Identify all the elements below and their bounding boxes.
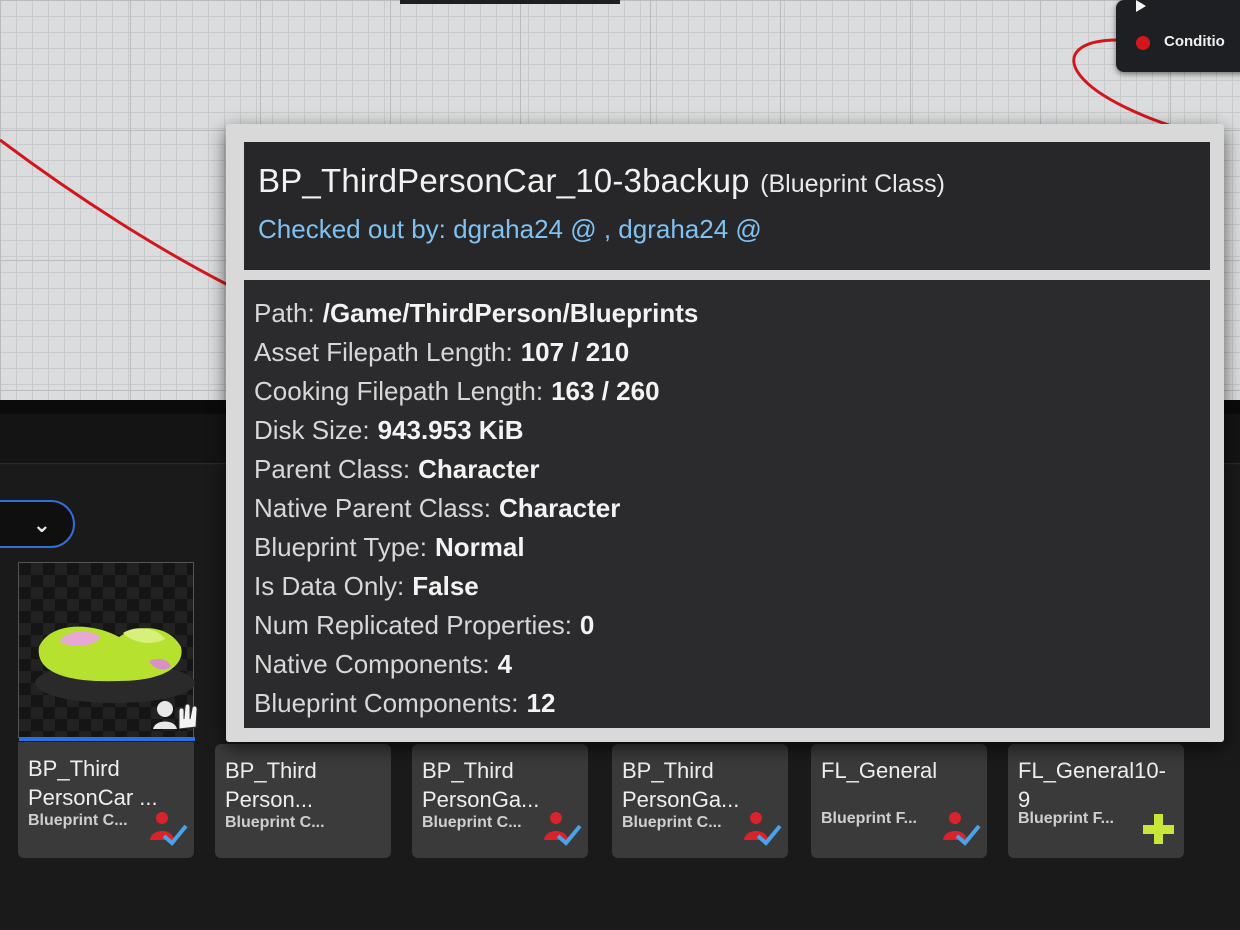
asset-name: BP_Third PersonGa... — [622, 758, 740, 812]
row-value: Character — [498, 493, 621, 523]
row-value: 0 — [579, 610, 595, 640]
row-value: /Game/ThirdPerson/Blueprints — [322, 298, 699, 328]
row-label: Path: — [254, 298, 315, 328]
row-label: Blueprint Components: — [254, 688, 519, 718]
tooltip-row-path: Path:/Game/ThirdPerson/Blueprints — [254, 294, 1196, 333]
row-label: Num Replicated Properties: — [254, 610, 572, 640]
tooltip-row-is-data-only: Is Data Only: False — [254, 567, 1196, 606]
row-label: Disk Size: — [254, 415, 370, 445]
tooltip-asset-kind: (Blueprint Class) — [760, 170, 945, 198]
checked-out-icon — [544, 812, 582, 846]
row-label: Is Data Only: — [254, 571, 405, 601]
asset-thumbnail — [18, 562, 198, 741]
graph-node-condition[interactable]: Conditio — [1116, 0, 1240, 72]
graph-node-top[interactable] — [400, 0, 620, 4]
row-value: 12 — [526, 688, 556, 718]
row-value: 4 — [497, 649, 513, 679]
filter-dropdown[interactable]: ⌄ — [0, 500, 75, 548]
row-value: 107 / 210 — [520, 337, 630, 367]
row-label: Native Parent Class: — [254, 493, 491, 523]
asset-tile[interactable]: BP_Third PersonCar ... Blueprint C... — [18, 562, 198, 858]
asset-type: Blueprint C... — [225, 814, 325, 831]
row-label: Blueprint Type: — [254, 532, 427, 562]
tooltip-row-blueprint-type: Blueprint Type: Normal — [254, 528, 1196, 567]
asset-info: FL_General10- 9 Blueprint F... — [1008, 744, 1184, 858]
asset-name: FL_General — [821, 758, 938, 783]
grab-hand-icon — [153, 701, 198, 730]
tooltip-row-blueprint-components: Blueprint Components: 12 — [254, 684, 1196, 723]
asset-info: BP_Third PersonGa... Blueprint C... — [612, 744, 788, 858]
asset-name: BP_Third PersonGa... — [422, 758, 540, 812]
asset-info: BP_Third PersonCar ... Blueprint C... — [18, 742, 194, 858]
condition-pin-icon[interactable] — [1136, 36, 1150, 50]
tooltip-row-parent-class: Parent Class: Character — [254, 450, 1196, 489]
row-label: Asset Filepath Length: — [254, 337, 513, 367]
row-value: Character — [418, 454, 540, 484]
row-value: Normal — [434, 532, 525, 562]
selection-indicator — [19, 737, 195, 741]
asset-tooltip: BP_ThirdPersonCar_10-3backup (Blueprint … — [226, 124, 1224, 742]
tooltip-row-asset-filepath-length: Asset Filepath Length: 107 / 210 — [254, 333, 1196, 372]
checked-out-icon — [150, 812, 188, 846]
asset-name: BP_Third PersonCar ... — [28, 756, 158, 810]
tooltip-title: BP_ThirdPersonCar_10-3backup — [258, 162, 750, 199]
row-value: 163 / 260 — [551, 376, 660, 406]
tooltip-row-disk-size: Disk Size: 943.953 KiB — [254, 411, 1196, 450]
checked-out-icon — [744, 812, 782, 846]
tooltip-row-num-replicated-properties: Num Replicated Properties: 0 — [254, 606, 1196, 645]
tooltip-row-native-components: Native Components: 4 — [254, 645, 1196, 684]
tooltip-row-cooking-filepath-length: Cooking Filepath Length: 163 / 260 — [254, 372, 1196, 411]
row-value: False — [412, 571, 479, 601]
exec-pin-icon[interactable] — [1136, 0, 1146, 12]
asset-info: FL_General Blueprint F... — [811, 744, 987, 858]
tooltip-row-native-parent-class: Native Parent Class: Character — [254, 489, 1196, 528]
row-label: Cooking Filepath Length: — [254, 376, 544, 406]
asset-name: FL_General10- 9 — [1018, 758, 1166, 810]
asset-name: BP_Third Person... — [225, 758, 317, 812]
add-icon — [1143, 814, 1174, 844]
tooltip-header: BP_ThirdPersonCar_10-3backup (Blueprint … — [244, 142, 1210, 270]
chevron-down-icon: ⌄ — [32, 512, 51, 537]
row-label: Parent Class: — [254, 454, 411, 484]
asset-info: BP_Third Person... Blueprint C... — [215, 744, 391, 858]
tooltip-title-row: BP_ThirdPersonCar_10-3backup (Blueprint … — [258, 162, 1196, 200]
checked-out-by: Checked out by: dgraha24 @ , dgraha24 @ — [258, 214, 762, 244]
asset-info: BP_Third PersonGa... Blueprint C... — [412, 744, 588, 858]
condition-pin-label: Conditio — [1164, 33, 1225, 50]
row-label: Native Components: — [254, 649, 490, 679]
tooltip-body: Path:/Game/ThirdPerson/Blueprints Asset … — [244, 280, 1210, 728]
row-value: 943.953 KiB — [377, 415, 524, 445]
checked-out-icon — [943, 812, 981, 846]
wire-left — [0, 138, 229, 287]
